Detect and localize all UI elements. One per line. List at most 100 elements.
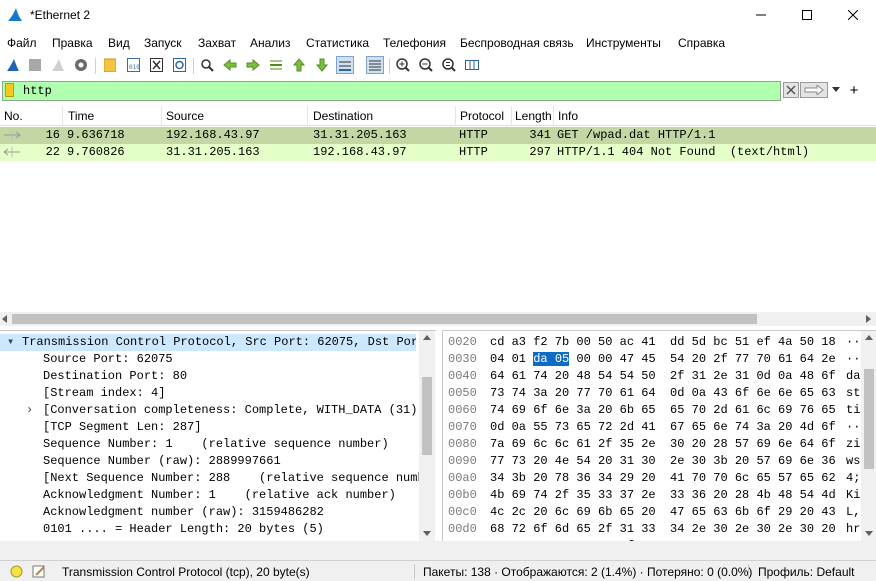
go-to-packet-button[interactable] <box>267 56 285 74</box>
reload-file-button[interactable] <box>170 56 188 74</box>
packet-row[interactable]: 16 9.636718 192.168.43.97 31.31.205.163 … <box>0 127 876 144</box>
zoom-out-button[interactable] <box>417 56 435 74</box>
column-source[interactable]: Source <box>166 109 204 123</box>
go-back-button[interactable] <box>221 56 239 74</box>
start-capture-button[interactable] <box>4 56 22 74</box>
tree-item-field[interactable]: Acknowledgment Number: 1 (relative ack n… <box>0 487 420 504</box>
hex-row[interactable]: 00c0 4c 2c 20 6c 69 6b 65 20 47 65 63 6b … <box>443 504 873 521</box>
tree-item-tcp[interactable]: ▾ Transmission Control Protocol, Src Port… <box>0 334 416 351</box>
display-filter-input[interactable]: http <box>2 81 781 101</box>
go-forward-button[interactable] <box>244 56 262 74</box>
menu-telephony[interactable]: Телефония <box>383 36 446 50</box>
menu-edit[interactable]: Правка <box>52 36 93 50</box>
hex-bytes-selected[interactable]: da 05 <box>533 352 570 366</box>
zoom-in-icon <box>396 58 410 72</box>
packet-length: 297 <box>529 145 551 159</box>
shark-fin-icon <box>7 59 19 71</box>
scroll-up-icon[interactable] <box>423 335 431 341</box>
menu-analyze[interactable]: Анализ <box>250 36 291 50</box>
menu-statistics[interactable]: Статистика <box>306 36 369 50</box>
details-vscrollbar[interactable] <box>419 331 435 542</box>
capture-comment-icon[interactable] <box>32 564 46 578</box>
stop-capture-button[interactable] <box>26 56 44 74</box>
tree-item-field[interactable]: › [Conversation completeness: Complete, W… <box>0 402 420 419</box>
bytes-vscrollbar[interactable] <box>861 331 876 541</box>
packet-protocol: HTTP <box>459 128 488 142</box>
scroll-down-icon[interactable] <box>865 531 873 537</box>
column-time[interactable]: Time <box>68 109 94 123</box>
column-length[interactable]: Length <box>515 109 551 123</box>
tree-item-field[interactable]: [Stream index: 4] <box>0 385 420 402</box>
scroll-right-icon[interactable] <box>866 315 872 323</box>
menu-capture[interactable]: Захват <box>198 36 236 50</box>
menu-help[interactable]: Справка <box>678 36 725 50</box>
tree-item-field[interactable]: Sequence Number: 1 (relative sequence nu… <box>0 436 420 453</box>
packet-list-hscrollbar[interactable] <box>0 312 876 326</box>
find-packet-button[interactable] <box>198 56 216 74</box>
tree-item-field[interactable]: [Next Sequence Number: 288 (relative seq… <box>0 470 420 487</box>
hex-row[interactable]: 0020 cd a3 f2 7b 00 50 ac 41 dd 5d bc 51 … <box>443 334 873 351</box>
packet-row[interactable]: 22 9.760826 31.31.205.163 192.168.43.97 … <box>0 144 876 161</box>
autoscroll-button[interactable] <box>336 56 354 74</box>
hex-row[interactable]: 0090 77 73 20 4e 54 20 31 30 2e 30 3b 20 … <box>443 453 873 470</box>
capture-options-button[interactable] <box>72 56 90 74</box>
tree-item-field[interactable]: [TCP Segment Len: 287] <box>0 419 420 436</box>
scroll-left-icon[interactable] <box>2 315 8 323</box>
tree-item-field[interactable]: 0101 .... = Header Length: 20 bytes (5) <box>0 521 420 538</box>
colorize-button[interactable] <box>366 56 384 74</box>
hex-row[interactable]: 0060 74 69 6f 6e 3a 20 6b 65 65 70 2d 61 … <box>443 402 873 419</box>
clear-filter-button[interactable] <box>783 82 799 98</box>
arrow-left-icon <box>223 59 237 71</box>
hex-offset: 0040 <box>448 369 477 383</box>
save-file-button[interactable]: 010 <box>124 56 142 74</box>
close-file-button[interactable] <box>147 56 165 74</box>
hex-row[interactable]: 0070 0d 0a 55 73 65 72 2d 41 67 65 6e 74 … <box>443 419 873 436</box>
maximize-icon <box>802 10 812 20</box>
filter-bookmark-icon[interactable] <box>5 83 14 97</box>
column-no[interactable]: No. <box>4 109 23 123</box>
restart-capture-button[interactable] <box>49 56 67 74</box>
menu-view[interactable]: Вид <box>108 36 130 50</box>
hex-row[interactable]: 0030 04 01 da 05 00 00 47 45 54 20 2f 77 … <box>443 351 873 368</box>
menu-wireless[interactable]: Беспроводная связь <box>460 36 574 50</box>
hex-row[interactable]: 0040 64 61 74 20 48 54 54 50 2f 31 2e 31 … <box>443 368 873 385</box>
close-button[interactable] <box>830 0 876 30</box>
column-destination[interactable]: Destination <box>313 109 373 123</box>
first-packet-button[interactable] <box>290 56 308 74</box>
profile-indicator[interactable]: Профиль: Default <box>758 565 855 579</box>
hex-row[interactable]: 00d0 68 72 6f 6d 65 2f 31 33 34 2e 30 2e … <box>443 521 873 538</box>
tree-item-field[interactable]: Source Port: 62075 <box>0 351 420 368</box>
apply-filter-button[interactable] <box>800 82 828 98</box>
normal-size-button[interactable] <box>440 56 458 74</box>
column-protocol[interactable]: Protocol <box>460 109 504 123</box>
expert-info-icon[interactable] <box>10 565 23 578</box>
menu-tools[interactable]: Инструменты <box>586 36 661 50</box>
maximize-button[interactable] <box>784 0 830 30</box>
tree-item-field[interactable]: Sequence Number (raw): 2889997661 <box>0 453 420 470</box>
scrollbar-thumb[interactable] <box>864 369 874 469</box>
hex-row[interactable]: 00a0 34 3b 20 78 36 34 29 20 41 70 70 6c … <box>443 470 873 487</box>
resize-columns-button[interactable] <box>463 56 481 74</box>
filter-history-dropdown[interactable] <box>830 82 842 98</box>
scrollbar-thumb[interactable] <box>422 377 432 455</box>
last-packet-button[interactable] <box>313 56 331 74</box>
hex-row[interactable]: 0050 73 74 3a 20 77 70 61 64 0d 0a 43 6f … <box>443 385 873 402</box>
open-file-button[interactable] <box>101 56 119 74</box>
chevron-down-icon[interactable]: ▾ <box>7 334 14 351</box>
tree-item-field[interactable]: Acknowledgment number (raw): 3159486282 <box>0 504 420 521</box>
tree-item-field[interactable]: Destination Port: 80 <box>0 368 420 385</box>
hex-row[interactable]: 00b0 4b 69 74 2f 35 33 37 2e 33 36 20 28 … <box>443 487 873 504</box>
column-info[interactable]: Info <box>558 109 578 123</box>
hex-row[interactable]: 0080 7a 69 6c 6c 61 2f 35 2e 30 20 28 57 … <box>443 436 873 453</box>
packet-list: No. Time Source Destination Protocol Len… <box>0 106 876 328</box>
zoom-in-button[interactable] <box>394 56 412 74</box>
hex-bytes: 34 3b 20 78 36 34 29 20 41 70 70 6c 65 5… <box>490 471 836 485</box>
minimize-button[interactable] <box>738 0 784 30</box>
scroll-up-icon[interactable] <box>865 335 873 341</box>
scrollbar-thumb[interactable] <box>12 314 757 324</box>
menu-go[interactable]: Запуск <box>144 36 182 50</box>
scroll-down-icon[interactable] <box>423 531 431 537</box>
menu-file[interactable]: Файл <box>7 36 37 50</box>
add-filter-button[interactable]: + <box>846 82 862 99</box>
chevron-right-icon[interactable]: › <box>26 402 33 419</box>
